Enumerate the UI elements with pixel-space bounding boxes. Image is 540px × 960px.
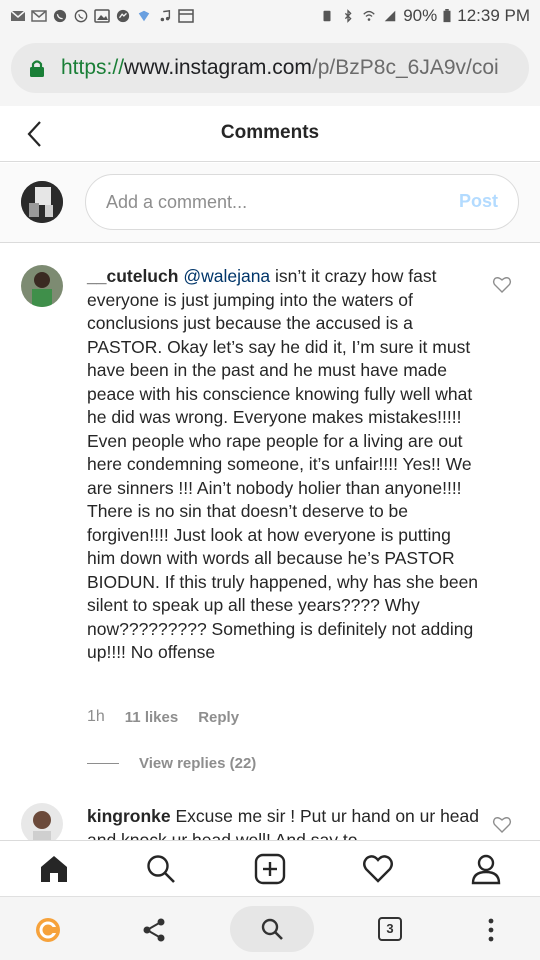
comment-text: __cuteluch @walejana isn’t it crazy how … [87, 265, 479, 665]
gmail-icon [31, 10, 47, 22]
avatar [21, 181, 63, 223]
profile-icon[interactable] [470, 853, 502, 885]
comment-input[interactable] [106, 175, 446, 229]
view-replies-label: View replies (22) [139, 755, 257, 772]
comment-content: isn’t it crazy how fast everyone is just… [87, 266, 479, 662]
search-icon[interactable] [145, 853, 177, 885]
wifi-icon [363, 10, 375, 21]
image-icon [94, 9, 110, 23]
whatsapp-icon [53, 9, 67, 23]
activity-heart-icon[interactable] [362, 853, 394, 885]
profile-photo [21, 265, 63, 307]
reply-button[interactable]: Reply [198, 709, 239, 726]
calendar-icon [178, 9, 194, 23]
battery-percent: 90% [403, 6, 438, 25]
notification-icons [10, 9, 194, 23]
profile-photo [21, 803, 63, 840]
clock: 12:39 PM [457, 6, 530, 25]
signal-icon [384, 10, 396, 22]
comment-text: kingronke Excuse me sir ! Put ur hand on… [87, 805, 479, 840]
home-icon[interactable] [38, 853, 70, 885]
url-text[interactable]: https://www.instagram.com/p/BzP8c_6JA9v/… [61, 56, 499, 80]
bluetooth-icon [345, 9, 352, 23]
likes-count[interactable]: 11 likes [125, 709, 178, 726]
tabs-button[interactable]: 3 [378, 917, 402, 941]
browser-bottom-bar: 3 [0, 896, 540, 960]
view-replies-button[interactable]: View replies (22) [87, 755, 256, 772]
avatar[interactable] [21, 803, 63, 840]
browser-toolbar: https://www.instagram.com/p/BzP8c_6JA9v/… [0, 32, 540, 106]
mail-icon [10, 10, 26, 21]
profile-photo [21, 181, 63, 223]
search-icon [261, 918, 283, 940]
lock-icon [30, 60, 44, 77]
page-title: Comments [220, 122, 320, 143]
comment-meta: 1h 11 likes Reply [87, 708, 259, 726]
like-heart-icon[interactable] [492, 276, 512, 294]
comments-header: Comments [0, 106, 540, 162]
share-icon[interactable] [141, 917, 167, 943]
comment-username[interactable]: kingronke [87, 806, 171, 826]
app-icon [138, 10, 150, 22]
whatsapp-outline-icon [74, 9, 88, 23]
messenger-icon [116, 9, 130, 23]
like-heart-icon[interactable] [492, 816, 512, 834]
comment-time: 1h [87, 708, 105, 725]
more-menu-icon[interactable] [478, 917, 504, 943]
comment-composer: Post [0, 163, 540, 243]
vibrate-icon [323, 10, 331, 22]
post-button[interactable]: Post [459, 191, 498, 212]
system-indicators: 90% 12:39 PM [319, 6, 530, 26]
comment-mention[interactable]: @walejana [183, 266, 270, 286]
avatar[interactable] [21, 265, 63, 307]
browser-search-button[interactable] [230, 906, 314, 952]
address-bar[interactable]: https://www.instagram.com/p/BzP8c_6JA9v/… [11, 43, 529, 93]
divider [87, 763, 119, 764]
instagram-bottom-nav [0, 840, 540, 896]
comment-input-wrapper[interactable]: Post [85, 174, 519, 230]
status-bar: 90% 12:39 PM [0, 0, 540, 32]
new-post-icon[interactable] [254, 853, 286, 885]
browser-logo-icon[interactable] [35, 917, 61, 943]
battery-icon [443, 9, 451, 23]
comment-item: kingronke Excuse me sir ! Put ur hand on… [0, 803, 540, 840]
comment-username[interactable]: __cuteluch [87, 266, 178, 286]
music-icon [160, 9, 171, 22]
